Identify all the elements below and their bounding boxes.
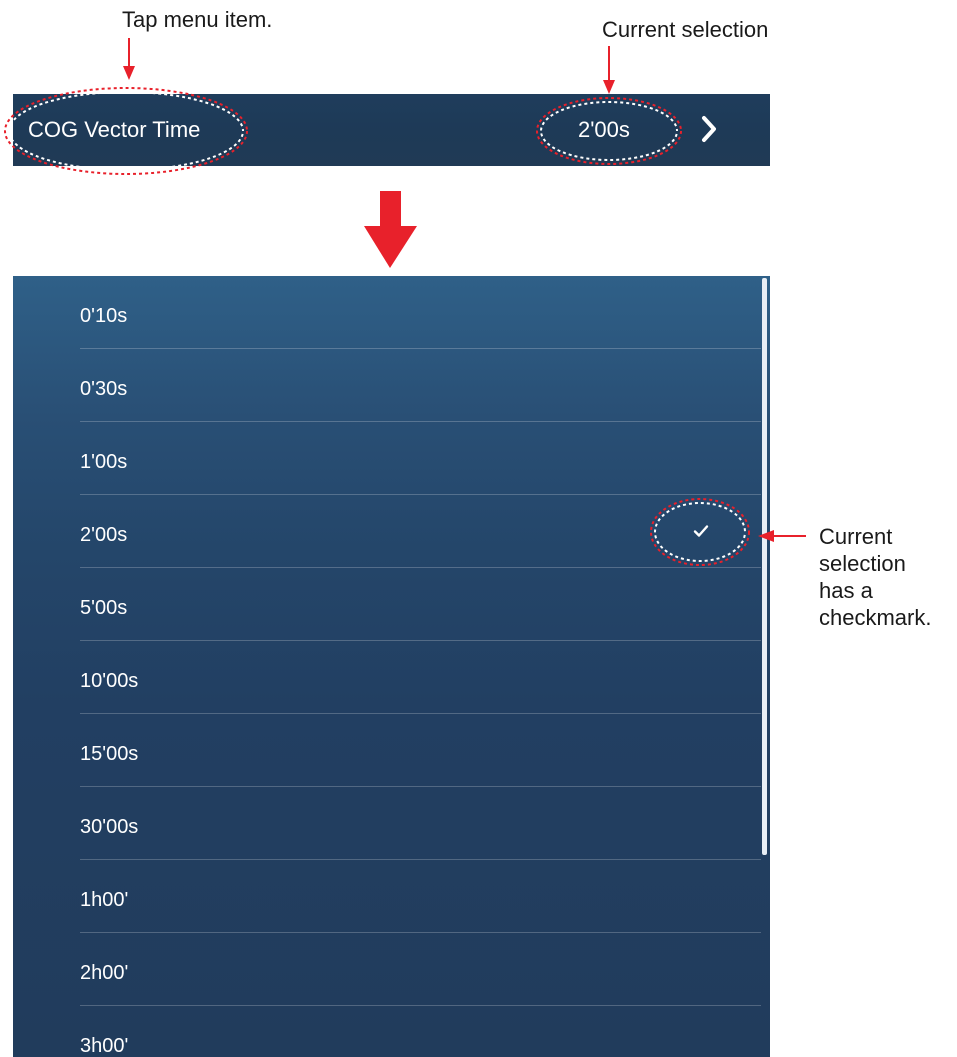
list-item-option-6[interactable]: 15'00s xyxy=(13,714,761,787)
list-item-option-4[interactable]: 5'00s xyxy=(13,568,761,641)
arrow-to-menu-item xyxy=(123,38,135,80)
checkmark-icon xyxy=(693,525,709,537)
list-item-option-1[interactable]: 0'30s xyxy=(13,349,761,422)
option-label: 2h00' xyxy=(80,962,129,984)
option-label: 1h00' xyxy=(80,889,129,911)
list-item-option-2[interactable]: 1'00s xyxy=(13,422,761,495)
callout-checkmark-line-1: Current xyxy=(819,524,893,549)
chevron-right-icon xyxy=(702,116,716,142)
option-label: 2'00s xyxy=(80,524,128,546)
option-label: 5'00s xyxy=(80,597,128,619)
option-list-panel: 0'10s 0'30s 1'00s 2'00s 5'00s 10'00s 15'… xyxy=(13,276,770,1057)
callout-checkmark-note: Current selection has a checkmark. xyxy=(819,523,931,631)
option-label: 30'00s xyxy=(80,816,139,838)
option-label: 15'00s xyxy=(80,743,139,765)
list-item-option-0[interactable]: 0'10s xyxy=(13,276,761,349)
option-label: 10'00s xyxy=(80,670,139,692)
list-item-option-9[interactable]: 2h00' xyxy=(13,933,761,1006)
callout-checkmark-line-3: has a xyxy=(819,578,873,603)
arrow-to-current-value xyxy=(603,46,615,94)
list-item-option-8[interactable]: 1h00' xyxy=(13,860,761,933)
option-label: 0'30s xyxy=(80,378,128,400)
list-item-option-5[interactable]: 10'00s xyxy=(13,641,761,714)
list-item-option-10[interactable]: 3h00' xyxy=(13,1006,761,1057)
menu-item-label: COG Vector Time xyxy=(28,117,201,142)
callout-current-selection: Current selection xyxy=(602,17,769,42)
scrollbar[interactable] xyxy=(762,278,767,855)
callout-checkmark-line-2: selection xyxy=(819,551,906,576)
list-item-option-7[interactable]: 30'00s xyxy=(13,787,761,860)
menu-item-cog-vector-time[interactable]: COG Vector Time 2'00s xyxy=(13,94,770,166)
option-label: 3h00' xyxy=(80,1035,129,1057)
callout-tap-menu-item: Tap menu item. xyxy=(122,7,273,32)
menu-item-current-value: 2'00s xyxy=(578,117,630,142)
option-label: 1'00s xyxy=(80,451,128,473)
callout-checkmark-line-4: checkmark. xyxy=(819,605,932,630)
list-item-option-3[interactable]: 2'00s xyxy=(13,495,761,568)
down-arrow-icon xyxy=(364,191,417,268)
option-label: 0'10s xyxy=(80,305,128,327)
